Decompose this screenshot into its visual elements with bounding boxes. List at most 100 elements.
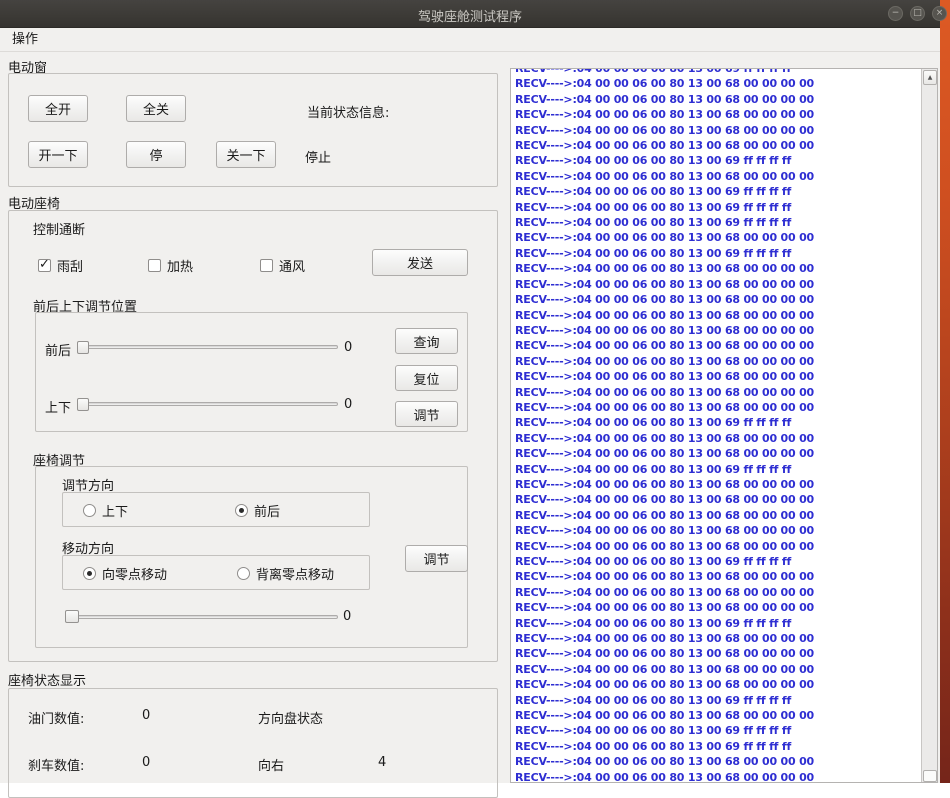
log-line[interactable]: RECV---->:04 00 00 06 00 80 13 00 68 00 … [515,492,917,507]
send-button[interactable]: 发送 [372,249,468,276]
recv-log-list[interactable]: RECV---->:04 00 00 06 00 80 13 00 69 ff … [510,68,938,783]
up-down-slider-handle[interactable] [77,398,89,411]
steering-direction-value: 向右 [258,755,284,774]
close-once-button[interactable]: 关一下 [216,141,276,168]
log-line[interactable]: RECV---->:04 00 00 06 00 80 13 00 68 00 … [515,385,917,400]
log-line[interactable]: RECV---->:04 00 00 06 00 80 13 00 68 00 … [515,338,917,353]
checkbox-box-icon [260,259,273,272]
log-line[interactable]: RECV---->:04 00 00 06 00 80 13 00 69 ff … [515,723,917,738]
titlebar[interactable]: 驾驶座舱测试程序 − □ × [0,0,940,28]
movement-fromzero-label: 背离零点移动 [256,564,334,583]
desktop-background: 驾驶座舱测试程序 − □ × 操作 电动窗 全开 全关 当前状态信息: 开一下 … [0,0,950,783]
log-line[interactable]: RECV---->:04 00 00 06 00 80 13 00 68 00 … [515,631,917,646]
front-back-slider[interactable] [77,345,338,349]
brake-value: 0 [142,755,150,770]
minimize-icon[interactable]: − [888,6,903,21]
log-line[interactable]: RECV---->:04 00 00 06 00 80 13 00 69 ff … [515,739,917,754]
log-line[interactable]: RECV---->:04 00 00 06 00 80 13 00 68 00 … [515,400,917,415]
log-line[interactable]: RECV---->:04 00 00 06 00 80 13 00 69 ff … [515,153,917,168]
log-line[interactable]: RECV---->:04 00 00 06 00 80 13 00 68 00 … [515,662,917,677]
log-line[interactable]: RECV---->:04 00 00 06 00 80 13 00 68 00 … [515,277,917,292]
log-line[interactable]: RECV---->:04 00 00 06 00 80 13 00 68 00 … [515,646,917,661]
up-down-slider-value: 0 [344,397,352,412]
position-adjust-button[interactable]: 调节 [395,401,458,427]
ventilation-checkbox[interactable]: 通风 [260,256,305,275]
direction-updown-label: 上下 [102,501,128,520]
log-line[interactable]: RECV---->:04 00 00 06 00 80 13 00 68 00 … [515,292,917,307]
log-line[interactable]: RECV---->:04 00 00 06 00 80 13 00 68 00 … [515,92,917,107]
log-line[interactable]: RECV---->:04 00 00 06 00 80 13 00 68 00 … [515,539,917,554]
log-line[interactable]: RECV---->:04 00 00 06 00 80 13 00 68 00 … [515,107,917,122]
log-line[interactable]: RECV---->:04 00 00 06 00 80 13 00 68 00 … [515,477,917,492]
close-icon[interactable]: × [932,6,947,21]
movement-tozero-label: 向零点移动 [102,564,167,583]
direction-frontback-radio[interactable]: 前后 [235,501,280,520]
movement-tozero-radio[interactable]: 向零点移动 [83,564,167,583]
log-line[interactable]: RECV---->:04 00 00 06 00 80 13 00 68 00 … [515,138,917,153]
log-line[interactable]: RECV---->:04 00 00 06 00 80 13 00 68 00 … [515,261,917,276]
steering-status-label: 方向盘状态 [258,708,323,727]
log-line[interactable]: RECV---->:04 00 00 06 00 80 13 00 69 ff … [515,415,917,430]
control-switch-label: 控制通断 [33,219,85,238]
window-status-value: 停止 [305,147,331,166]
log-line[interactable]: RECV---->:04 00 00 06 00 80 13 00 69 ff … [515,68,917,76]
heating-checkbox-label: 加热 [167,256,193,275]
log-line[interactable]: RECV---->:04 00 00 06 00 80 13 00 69 ff … [515,693,917,708]
heating-checkbox[interactable]: 加热 [148,256,193,275]
log-line[interactable]: RECV---->:04 00 00 06 00 80 13 00 68 00 … [515,431,917,446]
log-line[interactable]: RECV---->:04 00 00 06 00 80 13 00 68 00 … [515,369,917,384]
window-title: 驾驶座舱测试程序 [0,6,940,25]
status-group-box [8,688,498,798]
brake-label: 刹车数值: [28,755,84,774]
seat-adjust-slider[interactable] [65,615,338,619]
log-line[interactable]: RECV---->:04 00 00 06 00 80 13 00 68 00 … [515,677,917,692]
log-line[interactable]: RECV---->:04 00 00 06 00 80 13 00 69 ff … [515,554,917,569]
direction-updown-radio[interactable]: 上下 [83,501,128,520]
log-line[interactable]: RECV---->:04 00 00 06 00 80 13 00 69 ff … [515,462,917,477]
log-line[interactable]: RECV---->:04 00 00 06 00 80 13 00 69 ff … [515,200,917,215]
query-button[interactable]: 查询 [395,328,458,354]
maximize-icon[interactable]: □ [910,6,925,21]
full-open-button[interactable]: 全开 [28,95,88,122]
log-line[interactable]: RECV---->:04 00 00 06 00 80 13 00 68 00 … [515,123,917,138]
up-down-slider[interactable] [77,402,338,406]
radio-circle-icon [237,567,250,580]
log-scrollbar[interactable]: ▲ [921,69,937,782]
reset-button[interactable]: 复位 [395,365,458,391]
log-line[interactable]: RECV---->:04 00 00 06 00 80 13 00 68 00 … [515,569,917,584]
front-back-slider-handle[interactable] [77,341,89,354]
movement-fromzero-radio[interactable]: 背离零点移动 [237,564,334,583]
seat-adjust-slider-handle[interactable] [65,610,79,623]
stop-button[interactable]: 停 [126,141,186,168]
log-line[interactable]: RECV---->:04 00 00 06 00 80 13 00 68 00 … [515,754,917,769]
front-back-slider-value: 0 [344,340,352,355]
log-line[interactable]: RECV---->:04 00 00 06 00 80 13 00 69 ff … [515,215,917,230]
log-line[interactable]: RECV---->:04 00 00 06 00 80 13 00 69 ff … [515,246,917,261]
full-close-button[interactable]: 全关 [126,95,186,122]
open-once-button[interactable]: 开一下 [28,141,88,168]
log-line[interactable]: RECV---->:04 00 00 06 00 80 13 00 68 00 … [515,230,917,245]
log-line[interactable]: RECV---->:04 00 00 06 00 80 13 00 68 00 … [515,308,917,323]
scrollbar-thumb[interactable] [923,770,937,782]
app-window: 驾驶座舱测试程序 − □ × 操作 电动窗 全开 全关 当前状态信息: 开一下 … [0,0,940,783]
log-line[interactable]: RECV---->:04 00 00 06 00 80 13 00 68 00 … [515,770,917,783]
log-line[interactable]: RECV---->:04 00 00 06 00 80 13 00 69 ff … [515,616,917,631]
seat-adjust-button[interactable]: 调节 [405,545,468,572]
log-line[interactable]: RECV---->:04 00 00 06 00 80 13 00 68 00 … [515,508,917,523]
menu-item-operation[interactable]: 操作 [8,28,42,52]
log-content: RECV---->:04 00 00 06 00 80 13 00 69 ff … [515,68,917,783]
log-line[interactable]: RECV---->:04 00 00 06 00 80 13 00 68 00 … [515,354,917,369]
log-line[interactable]: RECV---->:04 00 00 06 00 80 13 00 68 00 … [515,523,917,538]
scrollbar-up-icon[interactable]: ▲ [923,70,937,85]
log-line[interactable]: RECV---->:04 00 00 06 00 80 13 00 68 00 … [515,446,917,461]
log-line[interactable]: RECV---->:04 00 00 06 00 80 13 00 68 00 … [515,585,917,600]
log-line[interactable]: RECV---->:04 00 00 06 00 80 13 00 68 00 … [515,600,917,615]
wiper-checkbox[interactable]: 雨刮 [38,256,83,275]
log-line[interactable]: RECV---->:04 00 00 06 00 80 13 00 68 00 … [515,323,917,338]
log-line[interactable]: RECV---->:04 00 00 06 00 80 13 00 68 00 … [515,76,917,91]
log-line[interactable]: RECV---->:04 00 00 06 00 80 13 00 69 ff … [515,184,917,199]
ventilation-checkbox-label: 通风 [279,256,305,275]
log-line[interactable]: RECV---->:04 00 00 06 00 80 13 00 68 00 … [515,708,917,723]
status-group-title: 座椅状态显示 [8,670,86,689]
log-line[interactable]: RECV---->:04 00 00 06 00 80 13 00 68 00 … [515,169,917,184]
